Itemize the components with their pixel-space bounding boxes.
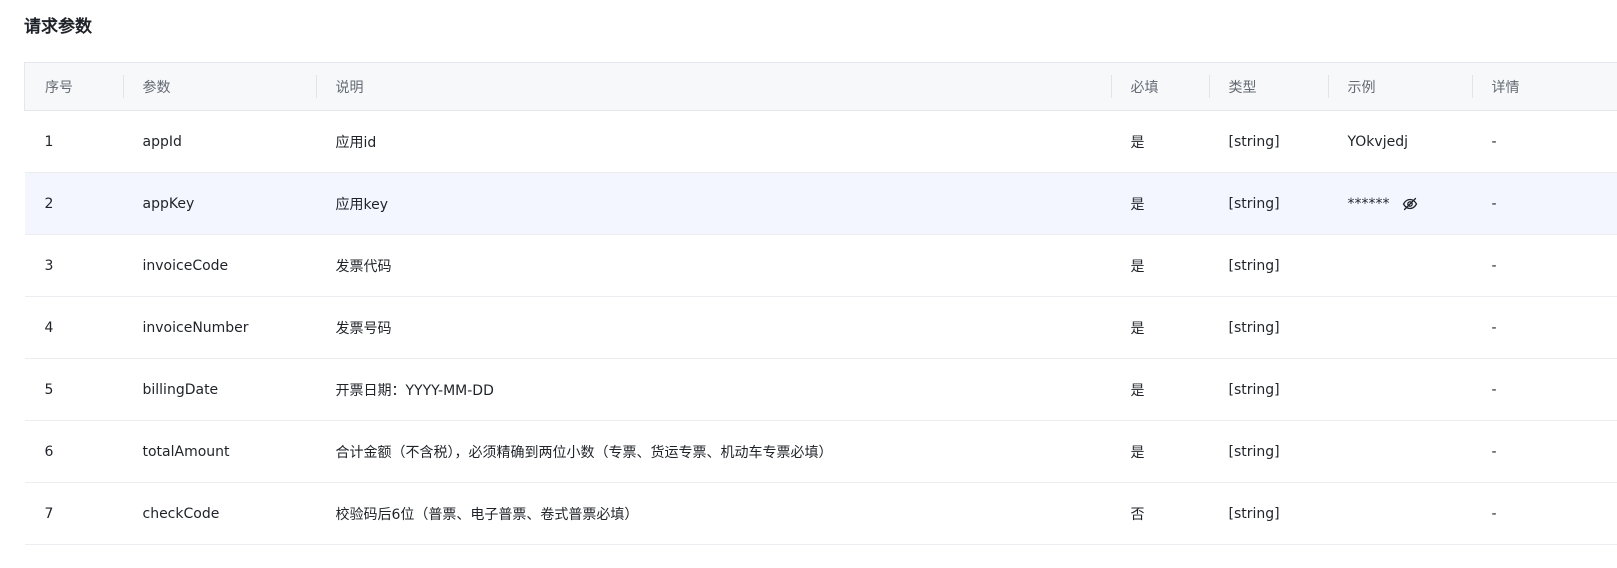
cell-desc: 校验码后6位（普票、电子普票、卷式普票必填） <box>315 482 1111 545</box>
table-row: 6 totalAmount 合计金额（不含税），必须精确到两位小数（专票、货运专… <box>24 420 1617 483</box>
cell-type: [string] <box>1208 420 1328 483</box>
header-desc: 说明 <box>315 62 1111 111</box>
cell-example <box>1327 482 1472 545</box>
cell-index: 1 <box>24 110 123 173</box>
cell-required: 是 <box>1110 358 1209 421</box>
cell-detail: - <box>1471 482 1617 545</box>
cell-index: 3 <box>24 234 123 297</box>
cell-index: 4 <box>24 296 123 359</box>
cell-desc: 发票代码 <box>315 234 1111 297</box>
cell-index: 6 <box>24 420 123 483</box>
header-detail: 详情 <box>1471 62 1617 111</box>
header-index: 序号 <box>24 62 123 111</box>
cell-detail: - <box>1471 296 1617 359</box>
eye-off-icon[interactable] <box>1402 196 1418 212</box>
cell-detail: - <box>1471 172 1617 235</box>
header-example: 示例 <box>1327 62 1472 111</box>
cell-required: 是 <box>1110 172 1209 235</box>
cell-desc: 开票日期：YYYY-MM-DD <box>315 358 1111 421</box>
cell-detail: - <box>1471 420 1617 483</box>
cell-detail: - <box>1471 358 1617 421</box>
cell-index: 2 <box>24 172 123 235</box>
cell-desc: 合计金额（不含税），必须精确到两位小数（专票、货运专票、机动车专票必填） <box>315 420 1111 483</box>
cell-detail: - <box>1471 234 1617 297</box>
cell-type: [string] <box>1208 296 1328 359</box>
cell-required: 是 <box>1110 110 1209 173</box>
cell-required: 是 <box>1110 234 1209 297</box>
cell-example <box>1327 296 1472 359</box>
cell-desc: 应用id <box>315 110 1111 173</box>
cell-param: invoiceNumber <box>122 296 316 359</box>
table-row: 4 invoiceNumber 发票号码 是 [string] - <box>24 296 1617 359</box>
cell-desc: 发票号码 <box>315 296 1111 359</box>
cell-param: checkCode <box>122 482 316 545</box>
cell-index: 7 <box>24 482 123 545</box>
cell-example: ****** <box>1327 172 1472 235</box>
cell-type: [string] <box>1208 358 1328 421</box>
cell-example <box>1327 420 1472 483</box>
cell-index: 5 <box>24 358 123 421</box>
cell-example <box>1327 234 1472 297</box>
cell-required: 是 <box>1110 420 1209 483</box>
cell-type: [string] <box>1208 172 1328 235</box>
cell-detail: - <box>1471 110 1617 173</box>
cell-param: appKey <box>122 172 316 235</box>
cell-param: appId <box>122 110 316 173</box>
table-row: 3 invoiceCode 发票代码 是 [string] - <box>24 234 1617 297</box>
cell-desc: 应用key <box>315 172 1111 235</box>
header-required: 必填 <box>1110 62 1209 111</box>
cell-type: [string] <box>1208 234 1328 297</box>
cell-param: billingDate <box>122 358 316 421</box>
header-param: 参数 <box>122 62 316 111</box>
header-type: 类型 <box>1208 62 1328 111</box>
cell-example <box>1327 358 1472 421</box>
cell-param: invoiceCode <box>122 234 316 297</box>
cell-type: [string] <box>1208 482 1328 545</box>
cell-required: 否 <box>1110 482 1209 545</box>
table-row: 5 billingDate 开票日期：YYYY-MM-DD 是 [string]… <box>24 358 1617 421</box>
cell-param: totalAmount <box>122 420 316 483</box>
masked-value: ****** <box>1347 195 1390 212</box>
cell-type: [string] <box>1208 110 1328 173</box>
table-header-row: 序号 参数 说明 必填 类型 示例 详情 <box>24 62 1617 111</box>
request-params-table: 序号 参数 说明 必填 类型 示例 详情 1 appId 应用id 是 [str… <box>24 62 1617 545</box>
cell-required: 是 <box>1110 296 1209 359</box>
table-row: 7 checkCode 校验码后6位（普票、电子普票、卷式普票必填） 否 [st… <box>24 482 1617 545</box>
table-row: 2 appKey 应用key 是 [string] ****** - <box>24 172 1617 235</box>
table-row: 1 appId 应用id 是 [string] YOkvjedj - <box>24 110 1617 173</box>
section-title: 请求参数 <box>24 17 92 37</box>
cell-example: YOkvjedj <box>1327 110 1472 173</box>
